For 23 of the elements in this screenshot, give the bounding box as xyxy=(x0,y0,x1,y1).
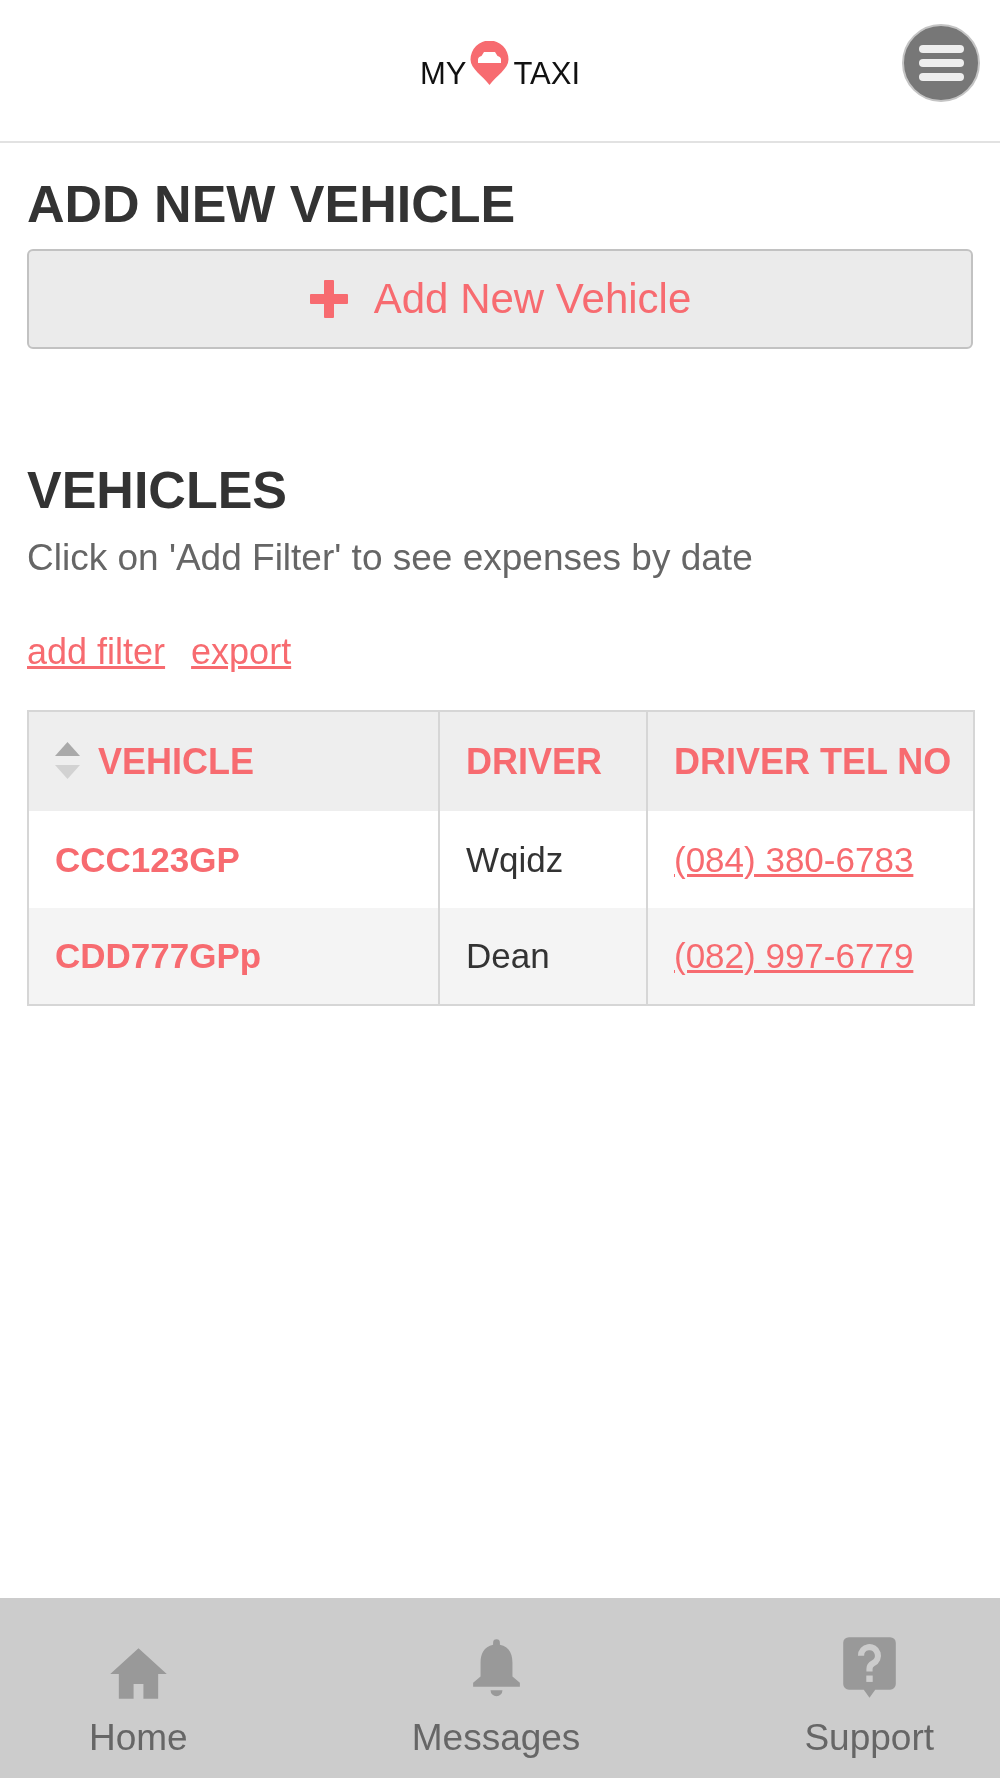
text-link[interactable]: add filter xyxy=(27,630,166,674)
nav-item[interactable]: Messages xyxy=(411,1638,581,1760)
column-header[interactable]: VEHICLE xyxy=(28,711,439,811)
home-icon xyxy=(108,1647,168,1700)
question-bubble-icon xyxy=(841,1636,897,1700)
column-header: DRIVER xyxy=(439,711,647,811)
logo-text: MY xyxy=(419,58,467,89)
menu-icon xyxy=(918,45,964,81)
add-vehicle-button[interactable]: Add New Vehicle xyxy=(27,249,973,349)
location-pin-icon xyxy=(469,41,511,85)
section-heading: VEHICLES xyxy=(27,460,289,520)
column-header: DRIVER TEL NO xyxy=(647,711,974,811)
table-cell: CDD777GPp xyxy=(28,908,439,1005)
nav-item[interactable]: Home xyxy=(89,1647,188,1760)
description-text: Click on 'Add Filter' to see expenses by date xyxy=(27,536,754,580)
plus-icon xyxy=(308,279,349,319)
nav-item[interactable]: Support xyxy=(804,1636,934,1760)
phone-link[interactable]: (084) 380-6783 xyxy=(674,839,914,879)
phone-link[interactable]: (082) 997-6779 xyxy=(674,936,914,975)
text-link[interactable]: export xyxy=(191,630,292,674)
logo-text: TAXI xyxy=(513,58,581,89)
table-cell: Dean xyxy=(439,908,647,1005)
section-heading: ADD NEW VEHICLE xyxy=(27,174,517,234)
